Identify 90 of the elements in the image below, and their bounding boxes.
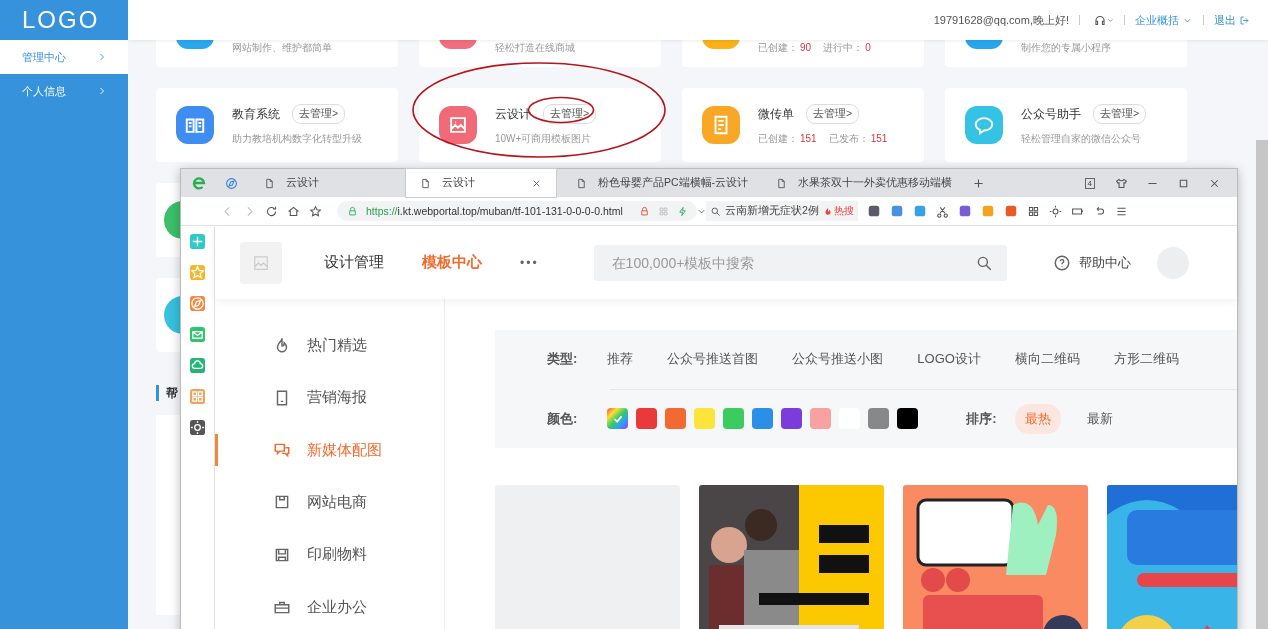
logo: LOGO	[21, 5, 101, 35]
stat-text: 已创建： 151	[758, 132, 817, 146]
page-icon	[264, 177, 275, 189]
type-option[interactable]: 公众号推送小图	[792, 350, 884, 369]
scissors-icon[interactable]	[935, 204, 949, 218]
color-swatch[interactable]	[694, 408, 716, 430]
browser-tab[interactable]: 水果茶双十一外卖优惠移动端横	[762, 169, 961, 197]
color-swatch[interactable]	[665, 408, 687, 430]
manage-button[interactable]: 去管理>	[1093, 104, 1147, 124]
lock-icon	[347, 205, 358, 217]
home-icon[interactable]	[287, 204, 300, 218]
url-text: https://i.kt.webportal.top/muban/tf-101-131-0-0-0-0.html	[366, 205, 623, 217]
sidebar-item[interactable]: 管理中心	[0, 40, 128, 74]
browser-logo-icon[interactable]	[191, 175, 207, 191]
card-title: 微传单	[758, 105, 794, 123]
card-description: 制作您的专属小程序	[1021, 41, 1111, 55]
stat-text: 进行中： 0	[823, 41, 871, 55]
extension-icon[interactable]	[889, 204, 904, 218]
browser-tab[interactable]: 云设计	[406, 169, 556, 197]
color-swatch[interactable]	[636, 408, 658, 430]
manage-button[interactable]: 去管理>	[543, 104, 597, 124]
color-swatch[interactable]	[723, 408, 745, 430]
sort-option[interactable]: 最新	[1076, 403, 1123, 434]
type-option[interactable]: 推荐	[607, 350, 634, 369]
category-item[interactable]: 热门精选	[215, 319, 444, 372]
extension-icon[interactable]	[1003, 204, 1018, 218]
compass-icon[interactable]	[225, 176, 238, 190]
lightning-icon[interactable]	[676, 205, 688, 217]
more-menu[interactable]: •••	[520, 255, 539, 270]
help-link[interactable]: 帮助中心	[1052, 253, 1131, 272]
color-swatch[interactable]	[897, 408, 919, 430]
category-item[interactable]: 营销海报	[215, 371, 444, 424]
card-description: 轻松打造在线商城	[495, 41, 575, 55]
page-icon	[776, 177, 788, 189]
filter-label: 类型:	[547, 350, 578, 369]
color-swatch[interactable]	[810, 408, 832, 430]
type-option[interactable]: LOGO设计	[917, 350, 981, 369]
color-swatch[interactable]	[868, 408, 890, 430]
new-tab-icon[interactable]	[972, 176, 986, 190]
type-option[interactable]: 公众号推送首图	[667, 350, 759, 369]
card-description: 轻松管理自家的微信公众号	[1021, 132, 1142, 146]
extension-icon[interactable]	[866, 204, 881, 218]
nav-link[interactable]: 设计管理	[324, 253, 384, 272]
type-option[interactable]: 横向二维码	[1014, 350, 1080, 369]
stat-text: 已创建： 90	[758, 41, 812, 55]
browser-tab[interactable]: 粉色母婴产品PC端横幅-云设计	[562, 169, 757, 197]
lock-icon[interactable]	[638, 205, 650, 217]
card-title: 云设计	[495, 105, 531, 123]
section-title: 帮	[166, 384, 178, 402]
card-title: 教育系统	[232, 105, 280, 123]
greeting-text: 19791628@qq.com,晚上好!	[933, 12, 1069, 28]
search-field[interactable]: 在100,000+模板中搜索	[593, 244, 1007, 281]
mail-icon[interactable]	[190, 327, 205, 342]
card-description: 10W+可商用模板图片	[495, 132, 593, 146]
manage-button[interactable]: 去管理>	[292, 104, 346, 124]
extension-icon[interactable]	[912, 204, 927, 218]
filter-label: 颜色:	[547, 409, 578, 428]
account-menu[interactable]: 企业概括	[1135, 12, 1193, 28]
card-description: 助力教培机构数字化转型升级	[232, 132, 362, 146]
category-item[interactable]: 企业办公	[215, 581, 444, 629]
type-option[interactable]: 方形二维码	[1113, 350, 1179, 369]
cloud-icon[interactable]	[190, 358, 205, 373]
tab-count[interactable]: 4	[1084, 177, 1095, 189]
color-swatch[interactable]	[781, 408, 803, 430]
exit-icon	[1239, 14, 1250, 26]
card-title: 公众号助手	[1021, 105, 1081, 123]
shirt-icon[interactable]	[1115, 176, 1128, 190]
category-item[interactable]: 印刷物料	[215, 528, 444, 581]
filter-label: 排序:	[966, 409, 997, 428]
card-description: 网站制作、维护都简单	[232, 41, 332, 55]
extension-icon[interactable]	[957, 204, 972, 218]
stat-text: 已发布： 151	[828, 132, 888, 146]
star-icon[interactable]	[309, 204, 322, 218]
help-icon	[1052, 253, 1071, 272]
page-icon	[576, 177, 587, 189]
color-swatch[interactable]	[752, 408, 774, 430]
category-item[interactable]: 网站电商	[215, 476, 444, 529]
plus-icon[interactable]	[190, 234, 205, 249]
page-icon	[420, 177, 431, 189]
search-icon	[710, 205, 721, 217]
grid-icon[interactable]	[1026, 204, 1040, 218]
logout-link[interactable]: 退出	[1214, 12, 1250, 28]
all-colors-swatch[interactable]	[607, 408, 629, 430]
browser-tab[interactable]: 云设计	[250, 169, 400, 197]
hot-search-link[interactable]: 热搜	[822, 204, 854, 218]
manage-button[interactable]: 去管理>	[806, 104, 860, 124]
chat-icon	[273, 441, 291, 459]
search-field[interactable]: 云南新增无症状2例	[710, 204, 819, 218]
scrollbar[interactable]	[1256, 140, 1268, 629]
reload-icon[interactable]	[265, 204, 278, 218]
